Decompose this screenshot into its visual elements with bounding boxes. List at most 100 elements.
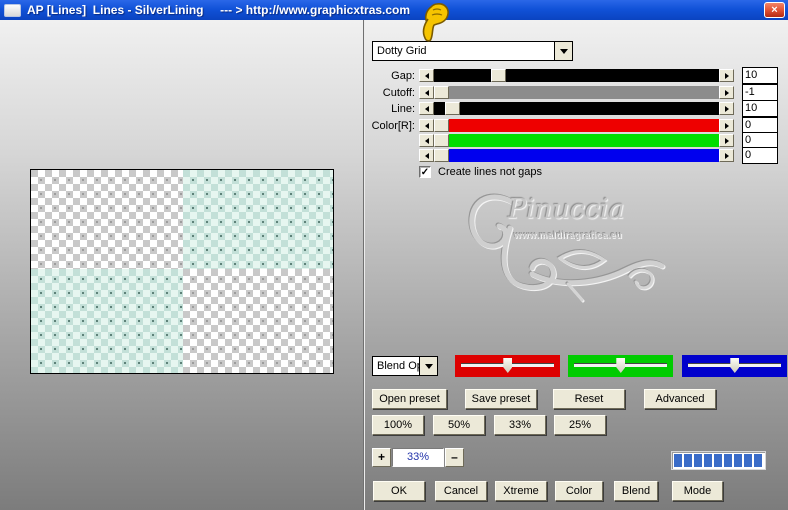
create-lines-checkbox-label: Create lines not gaps xyxy=(438,166,542,178)
title-bar[interactable]: AP [Lines] Lines - SilverLining --- > ht… xyxy=(0,0,788,20)
watermark-url: www.maldiragrafica.eu xyxy=(514,230,623,240)
preset-dropdown-value: Dotty Grid xyxy=(372,41,554,61)
zoom-level-field: 33% xyxy=(392,448,444,467)
blend-button[interactable]: Blend xyxy=(614,481,658,501)
xtreme-button[interactable]: Xtreme xyxy=(495,481,547,501)
slider-thumb[interactable] xyxy=(445,102,461,115)
slider-row-line: Line: 10 xyxy=(368,100,778,117)
slider-track[interactable] xyxy=(434,134,719,147)
preset-dropdown-arrow[interactable] xyxy=(554,41,573,61)
zoom-in-button[interactable]: + xyxy=(372,448,391,467)
chevron-down-icon xyxy=(424,363,433,369)
ok-button[interactable]: OK xyxy=(373,481,425,501)
slider-decrement-button[interactable] xyxy=(419,86,434,99)
slider-track[interactable] xyxy=(434,149,719,162)
arrow-left-icon xyxy=(424,105,429,112)
slider-thumb[interactable] xyxy=(434,86,449,99)
window-icon xyxy=(4,3,21,17)
mode-button[interactable]: Mode xyxy=(672,481,723,501)
cancel-button[interactable]: Cancel xyxy=(435,481,487,501)
preset-dropdown[interactable]: Dotty Grid xyxy=(372,41,573,61)
zoom-50-button[interactable]: 50% xyxy=(433,415,485,435)
arrow-left-icon xyxy=(424,152,429,159)
slider-value-field[interactable]: 10 xyxy=(742,67,778,84)
blend-slider-blue[interactable] xyxy=(682,355,787,377)
slider-label: Line: xyxy=(391,102,415,115)
arrow-left-icon xyxy=(424,89,429,96)
slider-increment-button[interactable] xyxy=(719,119,734,132)
progress-segment xyxy=(734,454,742,467)
close-button[interactable]: × xyxy=(764,2,785,18)
slider-thumb[interactable] xyxy=(434,119,449,132)
slider-increment-button[interactable] xyxy=(719,134,734,147)
blend-slider-green[interactable] xyxy=(568,355,673,377)
zoom-100-button[interactable]: 100% xyxy=(372,415,424,435)
progress-segment xyxy=(674,454,682,467)
preview-quadrant-top-right xyxy=(183,170,333,269)
slider-thumb[interactable] xyxy=(491,69,506,82)
slider-track[interactable] xyxy=(434,119,719,132)
blend-slider-red[interactable] xyxy=(455,355,560,377)
slider-track[interactable] xyxy=(434,69,719,82)
chevron-down-icon xyxy=(559,48,568,54)
open-preset-button[interactable]: Open preset xyxy=(372,389,447,409)
slider-increment-button[interactable] xyxy=(719,69,734,82)
flourish-icon xyxy=(469,194,665,302)
reset-button[interactable]: Reset xyxy=(553,389,625,409)
create-lines-checkbox[interactable]: ✓ xyxy=(419,166,431,178)
slider-increment-button[interactable] xyxy=(719,86,734,99)
slider-track[interactable] xyxy=(434,102,719,115)
slider-thumb[interactable] xyxy=(434,149,449,162)
arrow-left-icon xyxy=(424,72,429,79)
progress-segment xyxy=(744,454,752,467)
progress-segment xyxy=(754,454,762,467)
slider-track[interactable] xyxy=(434,86,719,99)
zoom-25-button[interactable]: 25% xyxy=(554,415,606,435)
slider-row-cutoff: Cutoff: -1 xyxy=(368,84,778,101)
arrow-right-icon xyxy=(724,105,729,112)
slider-thumb[interactable] xyxy=(616,358,626,373)
progress-segment xyxy=(704,454,712,467)
arrow-right-icon xyxy=(724,152,729,159)
slider-row-color-green: 0 xyxy=(368,132,778,149)
color-button[interactable]: Color xyxy=(555,481,603,501)
slider-decrement-button[interactable] xyxy=(419,149,434,162)
preview-quadrant-bottom-left xyxy=(31,269,183,373)
slider-increment-button[interactable] xyxy=(719,102,734,115)
slider-increment-button[interactable] xyxy=(719,149,734,162)
blend-options-dropdown[interactable]: Blend Opti xyxy=(372,356,438,376)
slider-decrement-button[interactable] xyxy=(419,119,434,132)
slider-value-field[interactable]: -1 xyxy=(742,84,778,101)
watermark: Pinuccia www.maldiragrafica.eu xyxy=(440,188,695,308)
slider-label: Cutoff: xyxy=(382,86,415,99)
slider-row-gap: Gap: 10 xyxy=(368,67,778,84)
slider-thumb[interactable] xyxy=(730,358,740,373)
advanced-button[interactable]: Advanced xyxy=(644,389,716,409)
slider-value-field[interactable]: 10 xyxy=(742,100,778,117)
blend-options-dropdown-arrow[interactable] xyxy=(419,356,438,376)
slider-decrement-button[interactable] xyxy=(419,102,434,115)
slider-label: Color[R]: xyxy=(371,119,415,132)
slider-thumb[interactable] xyxy=(434,134,449,147)
watermark-name: Pinuccia xyxy=(508,194,625,225)
create-lines-checkbox-row: ✓ Create lines not gaps xyxy=(419,166,542,178)
slider-thumb[interactable] xyxy=(503,358,513,373)
progress-segment xyxy=(694,454,702,467)
slider-row-color-blue: 0 xyxy=(368,147,778,164)
panel-divider xyxy=(363,20,365,510)
save-preset-button[interactable]: Save preset xyxy=(465,389,537,409)
preview-canvas[interactable] xyxy=(30,169,334,374)
blend-options-dropdown-value: Blend Opti xyxy=(372,356,419,376)
slider-decrement-button[interactable] xyxy=(419,134,434,147)
progress-segment xyxy=(714,454,722,467)
plugin-dialog: AP [Lines] Lines - SilverLining --- > ht… xyxy=(0,0,788,510)
preview-quadrant-top-left xyxy=(31,170,183,269)
arrow-left-icon xyxy=(424,122,429,129)
zoom-33-button[interactable]: 33% xyxy=(494,415,546,435)
preview-quadrant-bottom-right xyxy=(183,269,333,373)
slider-value-field[interactable]: 0 xyxy=(742,147,778,164)
progress-bar xyxy=(671,451,766,470)
slider-row-color-red: Color[R]: 0 xyxy=(368,117,778,134)
slider-decrement-button[interactable] xyxy=(419,69,434,82)
zoom-out-button[interactable]: – xyxy=(445,448,464,467)
